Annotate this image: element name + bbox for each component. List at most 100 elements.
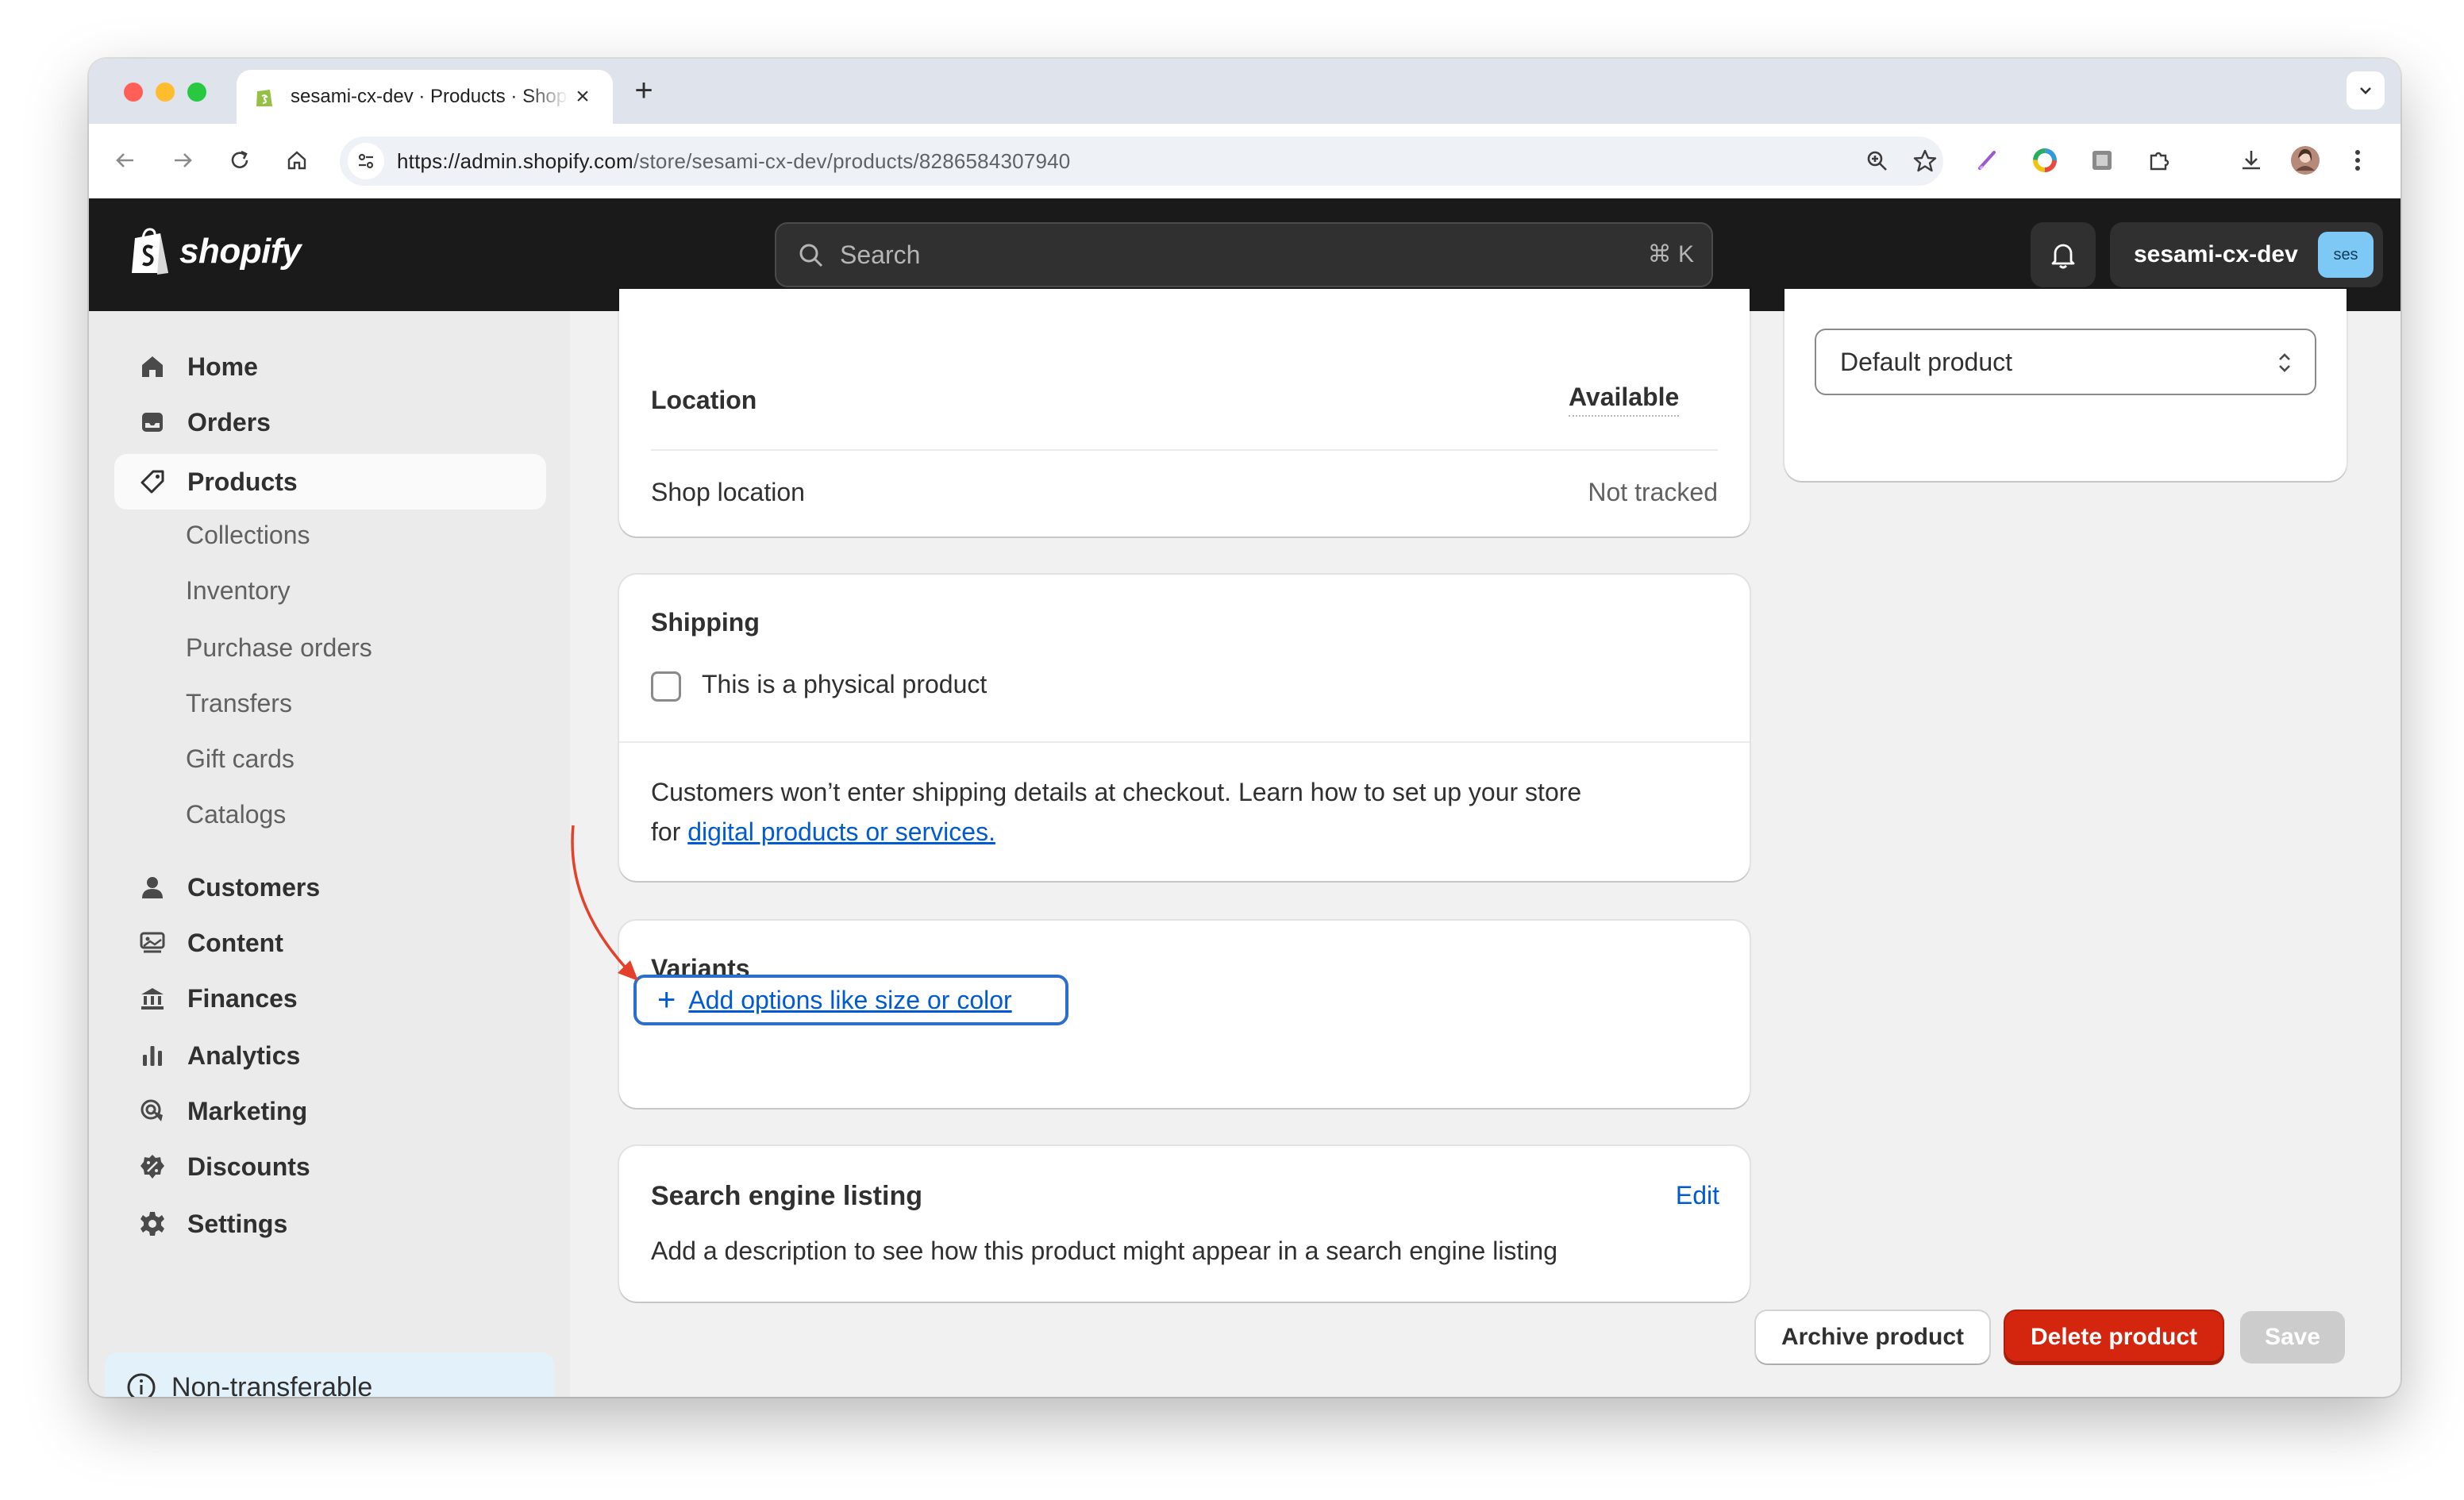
sidebar-item-label: Discounts [187,1152,310,1181]
sidebar-item-finances[interactable]: Finances [137,975,298,1022]
zoom-button[interactable] [1859,143,1896,179]
home-icon [137,351,168,383]
notifications-button[interactable] [2031,222,2096,287]
bar-chart-icon [137,1040,168,1071]
reload-button[interactable] [221,141,259,179]
browser-tab-active[interactable]: sesami-cx-dev · Products · Shopify × [237,70,613,124]
sidebar-item-label: Customers [187,872,321,902]
extension-pen-button[interactable] [1969,141,2007,179]
site-settings-button[interactable] [348,143,384,179]
close-window-button[interactable] [124,83,143,102]
inventory-divider [651,449,1718,451]
browser-window: sesami-cx-dev · Products · Shopify × + h… [89,59,2400,1397]
sidebar-item-orders[interactable]: Orders [137,398,271,446]
add-options-label: Add options like size or color [688,985,1012,1014]
save-button[interactable]: Save [2240,1311,2345,1363]
sidebar-item-analytics[interactable]: Analytics [137,1032,300,1079]
extensions-button[interactable] [2140,141,2178,179]
shipping-info-for: for [651,817,688,846]
download-icon [2243,151,2260,170]
available-column-header[interactable]: Available [1569,383,1680,417]
shop-location-label: Shop location [651,478,805,506]
non-transferable-banner[interactable]: Non-transferable [105,1352,554,1397]
extension-image-button[interactable] [2083,141,2121,179]
tag-icon [137,466,168,498]
tab-close-icon[interactable]: × [568,83,597,111]
sidebar-subitem-inventory[interactable]: Inventory [186,567,291,614]
sidebar-item-settings[interactable]: Settings [137,1200,287,1248]
arrow-left-icon [116,153,133,167]
star-icon [1913,149,1937,172]
profile-button[interactable] [2286,141,2324,179]
bookmark-button[interactable] [1907,143,1943,179]
sidebar-subitem-collections[interactable]: Collections [186,511,310,559]
physical-product-checkbox[interactable] [651,671,681,702]
sidebar-item-label: Products [187,467,298,496]
tab-search-button[interactable] [2347,71,2385,110]
shipping-divider [619,741,1750,743]
sidebar-item-label: Analytics [187,1040,301,1070]
new-tab-button[interactable]: + [626,73,662,110]
seo-title: Search engine listing [651,1181,922,1211]
store-avatar: ses [2318,232,2374,278]
sidebar-item-label: Settings [187,1209,288,1238]
physical-product-label[interactable]: This is a physical product [702,670,987,699]
address-bar[interactable]: https://admin.shopify.com/store/sesami-c… [340,137,1943,186]
downloads-button[interactable] [2232,141,2270,179]
person-icon [137,871,168,903]
zoom-window-button[interactable] [187,83,206,102]
seo-card: Search engine listing Edit Add a descrip… [619,1146,1750,1302]
sidebar-item-marketing[interactable]: Marketing [137,1087,307,1135]
profile-avatar-icon [2291,146,2320,175]
sidebar-item-products[interactable]: Products [114,454,546,510]
tune-icon [358,153,374,169]
add-options-button[interactable]: + Add options like size or color [633,975,1068,1025]
shipping-card: Shipping This is a physical product Cust… [619,575,1750,881]
sidebar-subitem-transfers[interactable]: Transfers [186,679,292,727]
reload-icon [231,150,248,168]
non-transferable-label: Non-transferable [171,1371,373,1398]
minimize-window-button[interactable] [156,83,175,102]
theme-template-select[interactable]: Default product [1815,329,2316,395]
tab-title: sesami-cx-dev · Products · Shopify [291,86,568,107]
browser-toolbar: https://admin.shopify.com/store/sesami-c… [89,124,2400,198]
digital-products-link[interactable]: digital products or services. [687,817,995,846]
arrow-right-icon [175,153,192,167]
back-button[interactable] [106,141,144,179]
bank-icon [137,983,168,1014]
sidebar-item-label: Finances [187,983,298,1013]
plus-icon: + [657,983,676,1017]
sidebar-subitem-purchase-orders[interactable]: Purchase orders [186,624,372,671]
annotation-arrow-icon [571,825,638,981]
extension-color-button[interactable] [2026,141,2064,179]
sidebar-item-home[interactable]: Home [137,343,258,390]
theme-template-value: Default product [1840,348,2013,376]
archive-product-button[interactable]: Archive product [1756,1311,1989,1363]
sidebar-item-label: Marketing [187,1096,308,1125]
inventory-status: Not tracked [1588,478,1718,506]
sidebar-item-customers[interactable]: Customers [137,863,320,911]
sidebar-subitem-catalogs[interactable]: Catalogs [186,790,286,838]
delete-product-button[interactable]: Delete product [2005,1311,2223,1363]
seo-edit-link[interactable]: Edit [1676,1181,1719,1210]
search-icon [799,244,823,267]
forward-button[interactable] [164,141,202,179]
store-name: sesami-cx-dev [2134,241,2298,267]
seo-description: Add a description to see how this produc… [651,1237,1558,1265]
search-shortcut: ⌘ K [1647,241,1694,267]
admin-search-input[interactable]: Search ⌘ K [775,222,1713,287]
sidebar-item-label: Home [187,352,258,381]
store-menu-button[interactable]: sesami-cx-dev ses [2110,222,2383,287]
browser-menu-button[interactable] [2339,141,2377,179]
sidebar-item-label: Orders [187,407,271,437]
sidebar-item-discounts[interactable]: Discounts [137,1143,310,1190]
shipping-info-line1: Customers won’t enter shipping details a… [651,778,1582,806]
sidebar-subitem-gift-cards[interactable]: Gift cards [186,735,295,783]
shopify-logo[interactable]: shopify [129,227,301,276]
home-button[interactable] [278,141,316,179]
inventory-card: Location Available Shop location Not tra… [619,289,1750,537]
sidebar-item-content[interactable]: Content [137,919,283,967]
image-extension-icon [2092,151,2112,170]
gear-icon [137,1208,168,1240]
chevron-down-icon [2360,87,2371,94]
